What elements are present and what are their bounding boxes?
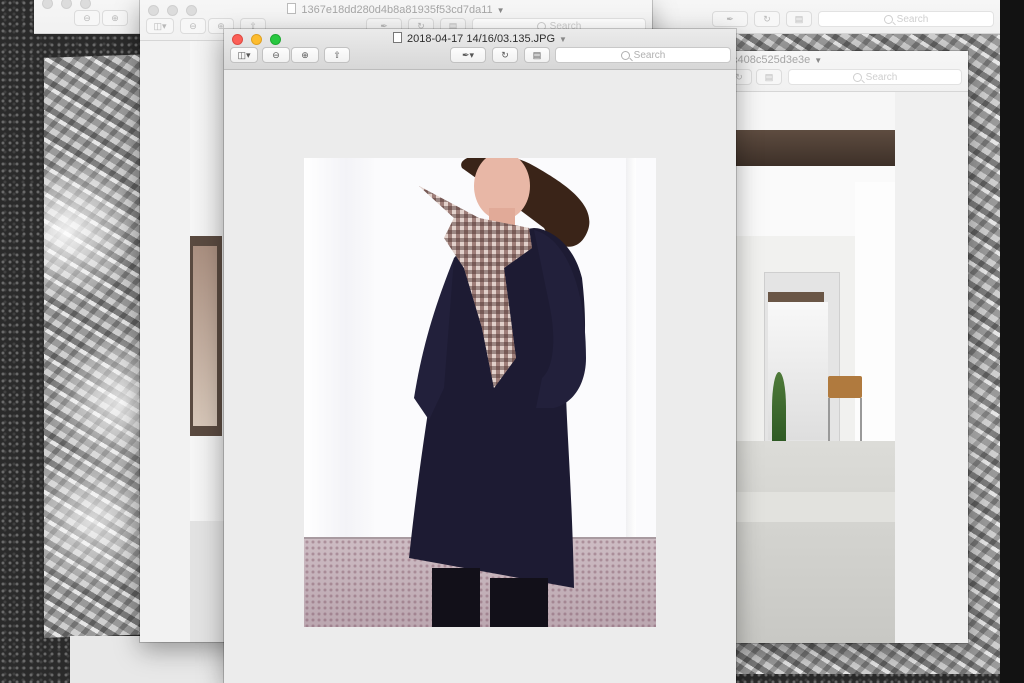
search-placeholder: Search — [865, 71, 898, 83]
markup-pen-icon: ✒ — [726, 13, 734, 24]
window-title: c408c525d3e3e ▼ — [732, 54, 823, 66]
rotate-icon: ↻ — [763, 13, 771, 24]
close-button[interactable] — [42, 0, 53, 9]
toolbox-icon: ▤ — [532, 49, 542, 60]
portrait-photo — [304, 158, 656, 627]
desktop-light-plinth — [70, 636, 240, 683]
search-icon — [852, 72, 862, 82]
markup-pen-icon: ✒▾ — [461, 49, 475, 60]
gallery-room-photo — [736, 92, 895, 643]
chevron-down-icon: ▼ — [496, 6, 505, 15]
chevron-down-icon[interactable]: ▼ — [559, 35, 567, 44]
document-icon — [287, 3, 297, 14]
markup-button[interactable]: ✒ — [712, 11, 748, 27]
zoom-out-icon: ⊖ — [83, 12, 91, 23]
search-field[interactable]: Search — [555, 47, 731, 63]
sidebar-icon: ◫▾ — [237, 49, 251, 60]
search-icon — [883, 14, 893, 24]
zoom-in-icon: ⊕ — [111, 12, 119, 23]
desktop-foil-image-left — [44, 54, 154, 638]
desktop: ⊖ ⊕ ✒ ↻ ▤ Search 1367e18dd280d4b8a81935f… — [0, 0, 1024, 683]
window-title: 2018-04-17 14/16/03.135.JPG ▼ — [224, 32, 736, 45]
zoom-out-button[interactable]: ⊖ — [74, 10, 100, 26]
rotate-button[interactable]: ↻ — [754, 11, 780, 27]
zoom-in-icon: ⊕ — [301, 49, 309, 60]
image-canvas — [224, 70, 736, 683]
share-icon: ⇧ — [333, 49, 341, 60]
zoom-button[interactable] — [80, 0, 91, 9]
rotate-icon: ↻ — [735, 71, 743, 82]
minimize-button[interactable] — [61, 0, 72, 9]
share-button[interactable]: ⇧ — [324, 47, 350, 63]
toolbox-button[interactable]: ▤ — [756, 69, 782, 85]
window-title: 1367e18dd280d4b8a81935f53cd7da11 ▼ — [140, 3, 652, 16]
desktop-dark-band — [1000, 0, 1024, 683]
zoom-in-button[interactable]: ⊕ — [291, 47, 319, 63]
sidebar-button[interactable]: ◫▾ — [230, 47, 258, 63]
zoom-out-button[interactable]: ⊖ — [180, 18, 206, 34]
document-icon — [393, 32, 403, 43]
rotate-icon: ↻ — [501, 49, 509, 60]
search-placeholder: Search — [896, 13, 929, 25]
sidebar-button[interactable]: ◫▾ — [146, 18, 174, 34]
chevron-down-icon: ▼ — [814, 56, 823, 65]
search-field[interactable]: Search — [818, 11, 994, 27]
person-figure — [409, 158, 590, 627]
toolbox-button[interactable]: ▤ — [524, 47, 550, 63]
window-front[interactable]: 2018-04-17 14/16/03.135.JPG ▼ ◫▾ ⊖ ⊕ ⇧ ✒▾… — [224, 29, 736, 683]
search-placeholder: Search — [633, 49, 666, 61]
zoom-out-icon: ⊖ — [272, 49, 280, 60]
zoom-out-icon: ⊖ — [189, 20, 197, 31]
toolbox-button[interactable]: ▤ — [786, 11, 812, 27]
rotate-button[interactable]: ↻ — [492, 47, 518, 63]
markup-button[interactable]: ✒▾ — [450, 47, 486, 63]
toolbox-icon: ▤ — [764, 71, 774, 82]
zoom-in-button[interactable]: ⊕ — [102, 10, 128, 26]
zoom-out-button[interactable]: ⊖ — [262, 47, 290, 63]
sidebar-icon: ◫▾ — [153, 20, 167, 31]
toolbox-icon: ▤ — [794, 13, 804, 24]
search-field[interactable]: Search — [788, 69, 962, 85]
search-icon — [620, 50, 630, 60]
